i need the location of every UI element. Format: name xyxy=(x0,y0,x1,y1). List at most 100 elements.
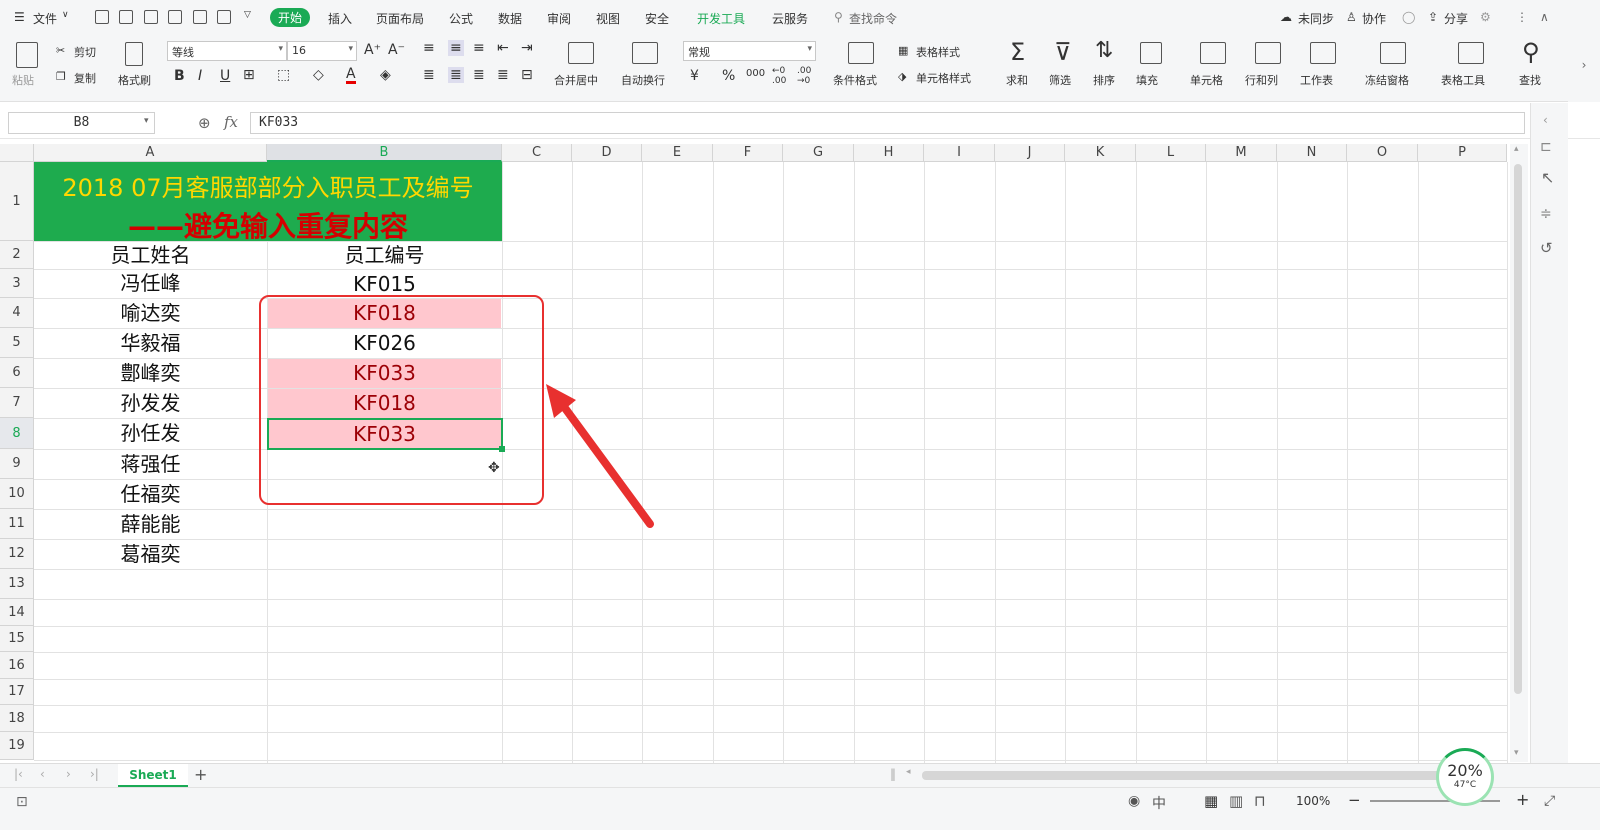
filter-icon[interactable]: ⊽ xyxy=(1054,38,1072,66)
eye-protection-icon[interactable]: ◉ xyxy=(1128,793,1140,809)
row-header-16[interactable]: 16 xyxy=(0,652,34,679)
currency-icon[interactable]: ¥ xyxy=(690,68,699,84)
column-header-b[interactable]: B xyxy=(267,144,502,162)
conditional-format-button[interactable]: 条件格式 xyxy=(833,72,877,88)
sync-status[interactable]: 未同步 xyxy=(1298,10,1334,27)
table-tools-icon[interactable] xyxy=(1458,42,1484,64)
vertical-scrollbar[interactable]: ▴ ▾ xyxy=(1510,144,1528,762)
indent-increase-icon[interactable]: ⇥ xyxy=(521,40,533,56)
column-header-f[interactable]: F xyxy=(713,144,783,162)
tab-formulas[interactable]: 公式 xyxy=(449,10,473,27)
sum-button[interactable]: 求和 xyxy=(1006,72,1028,88)
number-format-select[interactable]: 常规 xyxy=(683,41,816,61)
table-style-icon[interactable]: ▦ xyxy=(898,44,908,57)
command-search[interactable]: 查找命令 xyxy=(849,10,897,27)
employee-id-cell[interactable] xyxy=(268,540,501,569)
row-header-17[interactable]: 17 xyxy=(0,679,34,705)
column-header-d[interactable]: D xyxy=(572,144,642,162)
cell-icon[interactable] xyxy=(1200,42,1226,64)
comment-icon[interactable]: ◯ xyxy=(1402,10,1415,24)
employee-name-cell[interactable]: 冯任峰 xyxy=(34,269,267,298)
header-name-cell[interactable]: 员工姓名 xyxy=(34,242,267,269)
macro-icon[interactable]: ⊡ xyxy=(16,794,28,810)
search-icon[interactable]: ⚲ xyxy=(834,10,843,24)
align-top-icon[interactable]: ≡ xyxy=(423,40,435,56)
find-button[interactable]: 查找 xyxy=(1519,72,1541,88)
align-right-icon[interactable]: ≣ xyxy=(473,67,485,83)
employee-name-cell[interactable]: 华毅福 xyxy=(34,328,267,358)
print-icon[interactable] xyxy=(193,10,207,24)
input-method-icon[interactable]: 中 xyxy=(1152,793,1166,813)
sort-icon[interactable]: ⇅ xyxy=(1095,38,1113,63)
table-tools-button[interactable]: 表格工具 xyxy=(1441,72,1485,88)
reading-view-icon[interactable]: ⊓ xyxy=(1254,792,1266,810)
merge-button[interactable]: 合并居中 xyxy=(554,72,598,88)
formula-input[interactable]: KF033 xyxy=(250,112,1525,134)
zoom-level[interactable]: 100% xyxy=(1296,794,1330,808)
tab-page-layout[interactable]: 页面布局 xyxy=(376,10,424,27)
zoom-in-icon[interactable]: + xyxy=(1516,790,1529,809)
tab-data[interactable]: 数据 xyxy=(498,10,522,27)
ribbon-scroll-right-icon[interactable]: › xyxy=(1568,36,1600,102)
italic-icon[interactable]: I xyxy=(198,68,202,84)
add-sheet-icon[interactable]: + xyxy=(194,765,207,784)
row-header-12[interactable]: 12 xyxy=(0,539,34,569)
conditional-format-icon[interactable] xyxy=(848,42,874,64)
chevron-down-icon[interactable]: ∨ xyxy=(62,10,69,20)
font-color-icon[interactable]: A xyxy=(346,67,356,84)
fill-color-icon[interactable]: ⬚ xyxy=(277,67,290,83)
column-header-k[interactable]: K xyxy=(1065,144,1136,162)
column-header-e[interactable]: E xyxy=(642,144,713,162)
employee-name-cell[interactable]: 喻达奕 xyxy=(34,298,267,328)
name-box[interactable]: B8 xyxy=(8,112,155,134)
scroll-up-icon[interactable]: ▴ xyxy=(1514,144,1519,154)
copy-icon[interactable]: ❐ xyxy=(56,70,66,83)
underline-icon[interactable]: U xyxy=(220,68,230,84)
merge-icon[interactable] xyxy=(568,42,594,64)
border-icon[interactable]: ⊞ xyxy=(243,67,255,83)
percent-icon[interactable]: % xyxy=(722,68,735,84)
export-icon[interactable] xyxy=(144,10,158,24)
row-header-13[interactable]: 13 xyxy=(0,569,34,599)
history-icon[interactable]: ↺ xyxy=(1540,239,1553,257)
hamburger-icon[interactable]: ☰ xyxy=(14,10,25,24)
next-sheet-icon[interactable]: › xyxy=(66,767,71,781)
row-header-3[interactable]: 3 xyxy=(0,269,34,298)
sort-button[interactable]: 排序 xyxy=(1093,72,1115,88)
normal-view-icon[interactable]: ▦ xyxy=(1204,792,1218,810)
cell-style-icon[interactable]: ⬗ xyxy=(898,70,906,83)
tab-view[interactable]: 视图 xyxy=(596,10,620,27)
paste-button[interactable]: 粘贴 xyxy=(12,72,34,88)
column-header-o[interactable]: O xyxy=(1347,144,1418,162)
vertical-scroll-thumb[interactable] xyxy=(1514,164,1522,694)
table-style-button[interactable]: 表格样式 xyxy=(916,44,960,60)
wrap-button[interactable]: 自动换行 xyxy=(621,72,665,88)
find-icon[interactable]: ⚲ xyxy=(1522,38,1540,66)
row-header-14[interactable]: 14 xyxy=(0,599,34,626)
row-header-7[interactable]: 7 xyxy=(0,388,34,418)
cut-button[interactable]: 剪切 xyxy=(74,44,96,60)
align-middle-icon[interactable]: ≡ xyxy=(448,40,464,56)
new-icon[interactable] xyxy=(95,10,109,24)
row-header-10[interactable]: 10 xyxy=(0,479,34,509)
distribute-icon[interactable]: ⊟ xyxy=(521,67,533,83)
row-header-11[interactable]: 11 xyxy=(0,509,34,539)
employee-id-cell[interactable]: KF015 xyxy=(268,270,501,298)
column-header-n[interactable]: N xyxy=(1277,144,1347,162)
indent-decrease-icon[interactable]: ⇤ xyxy=(497,40,509,56)
row-col-button[interactable]: 行和列 xyxy=(1245,72,1278,88)
column-header-h[interactable]: H xyxy=(854,144,924,162)
row-header-4[interactable]: 4 xyxy=(0,298,34,328)
column-header-m[interactable]: M xyxy=(1206,144,1277,162)
fx-icon[interactable]: fx xyxy=(224,113,238,131)
wrap-icon[interactable] xyxy=(632,42,658,64)
row-header-2[interactable]: 2 xyxy=(0,241,34,269)
font-shrink-icon[interactable]: A⁻ xyxy=(388,42,405,58)
font-name-select[interactable]: 等线 xyxy=(167,41,287,61)
column-header-j[interactable]: J xyxy=(995,144,1065,162)
paste-icon[interactable] xyxy=(16,42,38,68)
format-painter-button[interactable]: 格式刷 xyxy=(118,72,151,88)
preview-icon[interactable] xyxy=(168,10,182,24)
font-grow-icon[interactable]: A⁺ xyxy=(364,42,381,58)
horizontal-scroll-thumb[interactable] xyxy=(922,771,1452,780)
